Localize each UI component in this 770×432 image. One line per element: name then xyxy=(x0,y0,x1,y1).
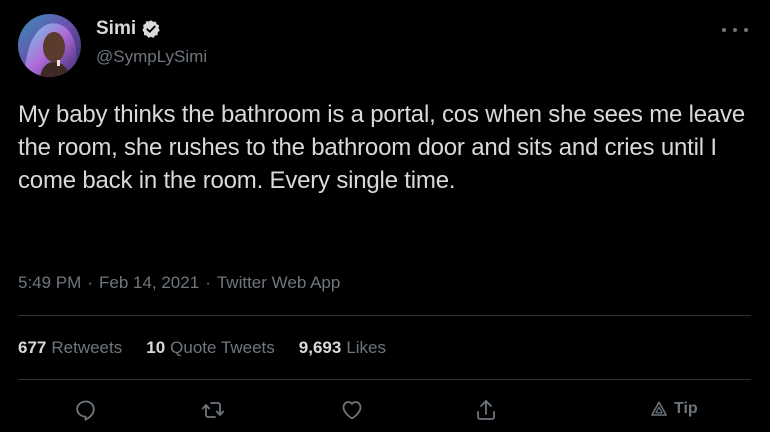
engagement-stats: 677 Retweets 10 Quote Tweets 9,693 Likes xyxy=(18,337,386,359)
tweet-source[interactable]: Twitter Web App xyxy=(217,272,340,294)
quote-tweets-count: 10 xyxy=(146,338,166,357)
tweet-meta: 5:49 PM · Feb 14, 2021 · Twitter Web App xyxy=(18,272,340,294)
tweet-date[interactable]: Feb 14, 2021 xyxy=(99,272,199,294)
tip-button[interactable]: Tip xyxy=(650,398,698,420)
tip-icon xyxy=(650,400,668,418)
retweets-label: Retweets xyxy=(51,338,123,357)
author-name-row[interactable]: Simi xyxy=(96,18,161,40)
more-options-icon[interactable] xyxy=(722,20,748,40)
tip-label: Tip xyxy=(674,400,698,417)
retweets-stat[interactable]: 677 Retweets xyxy=(18,337,122,359)
share-icon[interactable] xyxy=(474,398,498,422)
divider xyxy=(18,315,751,316)
likes-stat[interactable]: 9,693 Likes xyxy=(299,337,386,359)
meta-separator: · xyxy=(87,273,93,292)
likes-label: Likes xyxy=(346,338,386,357)
likes-count: 9,693 xyxy=(298,338,342,357)
reply-icon[interactable] xyxy=(74,398,98,422)
verified-badge-icon xyxy=(141,19,161,39)
avatar-image xyxy=(18,14,81,77)
divider xyxy=(18,379,751,380)
quote-tweets-stat[interactable]: 10 Quote Tweets xyxy=(146,337,275,359)
avatar[interactable] xyxy=(18,14,81,77)
tweet-text: My baby thinks the bathroom is a portal,… xyxy=(18,101,745,194)
retweet-icon[interactable] xyxy=(201,398,225,422)
tweet-card: Simi @SympLySimi My baby thinks the bath… xyxy=(0,0,770,432)
retweets-count: 677 xyxy=(18,338,47,357)
author-handle[interactable]: @SympLySimi xyxy=(96,47,207,67)
tweet-time[interactable]: 5:49 PM xyxy=(18,272,81,294)
like-icon[interactable] xyxy=(340,398,364,422)
quote-tweets-label: Quote Tweets xyxy=(170,338,275,357)
author-display-name[interactable]: Simi xyxy=(96,18,136,40)
meta-separator: · xyxy=(205,273,211,292)
